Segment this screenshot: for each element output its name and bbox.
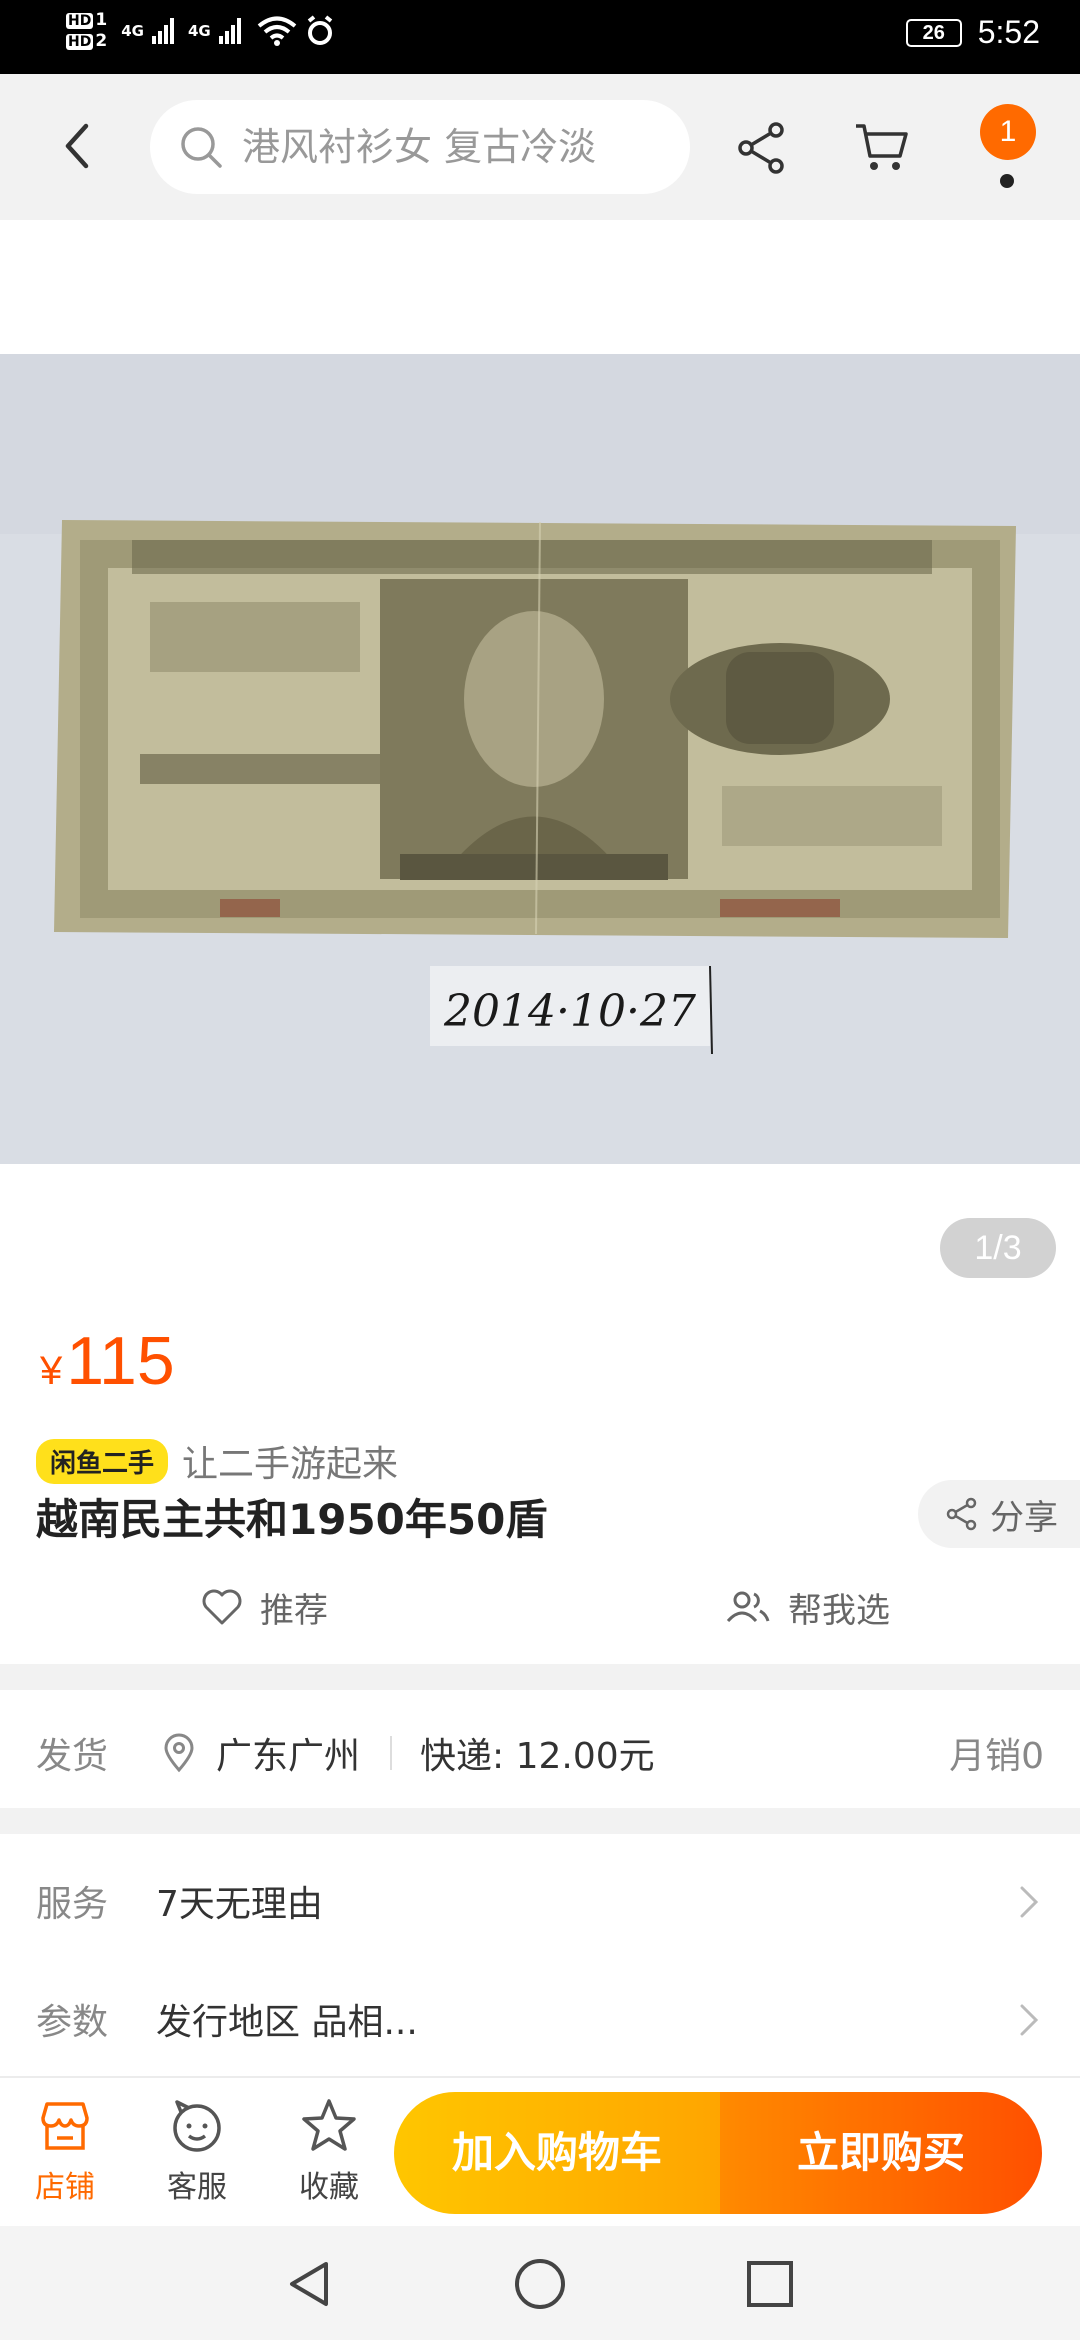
cart-icon[interactable] — [852, 118, 912, 178]
hd2-sub: 2 — [95, 31, 108, 51]
notification-badge: 1 — [980, 104, 1036, 160]
price-value: 115 — [66, 1323, 175, 1399]
customer-service-icon — [173, 2100, 221, 2152]
action-row: 推荐 帮我选 — [0, 1574, 1080, 1640]
params-row[interactable]: 参数 发行地区 品相... — [0, 1966, 1080, 2072]
star-icon — [302, 2099, 356, 2151]
search-bar[interactable]: 港风衬衫女 复古冷淡 — [150, 100, 690, 194]
help-pick-label: 帮我选 — [788, 1590, 890, 1631]
heart-icon — [202, 1589, 242, 1625]
location-text: 广东广州 — [216, 1736, 361, 1777]
image-gallery[interactable]: 2014·10·27 1/3 — [0, 220, 1080, 1300]
brand-slogan: 让二手游起来 — [182, 1444, 399, 1485]
shipping-row: 发货 广东广州 快递: 12.00元 月销0 — [0, 1700, 1080, 1806]
shipping-location: 广东广州 — [162, 1727, 360, 1779]
search-icon — [181, 127, 222, 168]
shipping-label: 发货 — [36, 1736, 109, 1777]
params-label: 参数 — [36, 2002, 109, 2043]
favorite-tab[interactable]: 收藏 — [274, 2096, 384, 2206]
shipping-fee: 快递: 12.00元 — [420, 1736, 655, 1777]
brand-tag: 闲鱼二手 — [36, 1438, 169, 1484]
location-pin-icon — [164, 1733, 194, 1773]
share-icon — [946, 1497, 977, 1531]
share-icon[interactable] — [732, 118, 792, 178]
status-left: HD 1 HD 2 4G 4G — [66, 10, 335, 52]
battery-icon: 26 — [905, 18, 962, 47]
section-divider — [0, 1664, 1080, 1690]
recommend-button[interactable]: 推荐 — [200, 1574, 328, 1640]
service-value: 7天无理由 — [156, 1884, 323, 1925]
back-icon[interactable] — [50, 116, 110, 176]
wifi-icon — [257, 16, 296, 46]
system-nav-bar — [0, 2226, 1080, 2340]
buy-now-button[interactable]: 立即购买 — [720, 2092, 1042, 2214]
shop-tab[interactable]: 店铺 — [10, 2096, 120, 2206]
recommend-label: 推荐 — [260, 1590, 328, 1631]
monthly-sales: 月销0 — [949, 1736, 1044, 1777]
clock: 5:52 — [977, 14, 1040, 50]
hd1-badge: HD — [66, 13, 94, 29]
bottom-action-bar: 店铺 客服 收藏 加入购物车 立即购买 — [0, 2076, 1080, 2226]
service-row[interactable]: 服务 7天无理由 — [0, 1848, 1080, 1954]
nav-recent-icon[interactable] — [742, 2256, 798, 2312]
chevron-right-icon — [1020, 2004, 1039, 2036]
image-counter: 1/3 — [940, 1218, 1056, 1278]
status-right: 26 5:52 — [905, 14, 1040, 51]
alarm-icon — [307, 15, 332, 45]
customer-service-label: 客服 — [167, 2170, 227, 2205]
nav-back-icon[interactable] — [282, 2256, 338, 2312]
chevron-right-icon — [1020, 1886, 1039, 1918]
people-icon — [726, 1591, 770, 1623]
share-button[interactable]: 分享 — [918, 1480, 1080, 1548]
product-title: 越南民主共和1950年50盾 — [36, 1495, 548, 1544]
nav-home-icon[interactable] — [512, 2256, 568, 2312]
service-label: 服务 — [36, 1884, 109, 1925]
price: ¥ 115 — [40, 1322, 175, 1400]
help-pick-button[interactable]: 帮我选 — [724, 1574, 890, 1640]
status-bar: HD 1 HD 2 4G 4G 26 5:52 — [0, 0, 1080, 74]
shop-icon — [41, 2102, 89, 2150]
search-placeholder: 港风衬衫女 复古冷淡 — [242, 125, 597, 169]
signal-icon — [151, 18, 174, 44]
top-header: 港风衬衫女 复古冷淡 1 — [0, 74, 1080, 220]
purchase-buttons: 加入购物车 立即购买 — [394, 2092, 1042, 2214]
brand-row: 闲鱼二手 让二手游起来 — [36, 1436, 398, 1486]
share-label: 分享 — [990, 1497, 1058, 1538]
hd1-sub: 1 — [95, 10, 108, 30]
network-type-1: 4G — [121, 22, 144, 40]
network-type-2: 4G — [187, 22, 211, 40]
customer-service-tab[interactable]: 客服 — [142, 2096, 252, 2206]
photo-date-handwriting: 2014·10·27 — [443, 986, 696, 1037]
section-divider — [0, 1808, 1080, 1834]
shop-label: 店铺 — [35, 2170, 95, 2205]
favorite-label: 收藏 — [299, 2170, 359, 2205]
divider — [390, 1736, 392, 1770]
hd-indicators: HD 1 HD 2 — [66, 10, 107, 52]
product-photo[interactable]: 2014·10·27 — [0, 354, 1080, 1164]
add-to-cart-button[interactable]: 加入购物车 — [394, 2092, 720, 2214]
signal-icon-2 — [218, 18, 241, 44]
hd2-badge: HD — [66, 34, 94, 50]
more-icon — [1000, 174, 1014, 188]
more-menu-button[interactable]: 1 — [966, 104, 1042, 200]
currency-symbol: ¥ — [40, 1349, 63, 1393]
params-value: 发行地区 品相... — [156, 2002, 418, 2043]
